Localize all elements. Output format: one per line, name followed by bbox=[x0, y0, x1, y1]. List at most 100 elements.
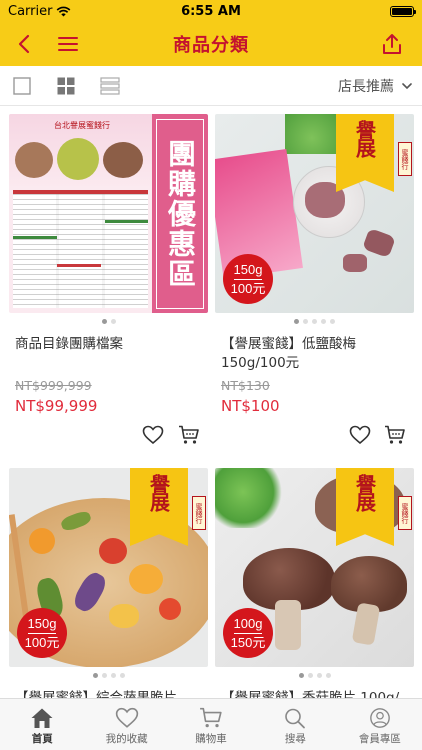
pager-dot bbox=[298, 672, 304, 678]
brand-seal: 蜜餞行 bbox=[192, 496, 206, 530]
promo-banner: 團購優惠區 bbox=[152, 114, 208, 313]
filter-bar: 店長推薦 bbox=[0, 66, 422, 106]
product-card[interactable]: 150g 100元 譽展 蜜餞行 【譽展蜜餞】綜合蔬果脆片 bbox=[9, 468, 208, 698]
badge-weight: 150g bbox=[233, 262, 263, 280]
image-pager bbox=[215, 313, 414, 329]
tab-label: 會員專區 bbox=[358, 733, 401, 745]
battery-icon bbox=[390, 5, 416, 17]
brand-seal: 蜜餞行 bbox=[398, 496, 412, 530]
hamburger-icon bbox=[58, 37, 78, 51]
tab-label: 我的收藏 bbox=[105, 733, 148, 745]
pager-dot bbox=[307, 672, 313, 678]
brand-text: 譽展 bbox=[146, 474, 171, 510]
brand-text: 譽展 bbox=[352, 474, 377, 510]
product-image[interactable]: 100g 150元 譽展 蜜餞行 bbox=[215, 468, 414, 667]
badge-price: 100元 bbox=[230, 280, 266, 296]
product-card[interactable]: 100g 150元 譽展 蜜餞行 【譽展蜜餞】香菇脆片 100g/ bbox=[215, 468, 414, 698]
search-icon bbox=[285, 708, 306, 729]
product-image[interactable]: 150g 100元 譽展 蜜餞行 bbox=[215, 114, 414, 313]
tab-cart[interactable]: 購物車 bbox=[169, 699, 253, 750]
product-grid: 台北譽展蜜餞行 團購優惠區 商品目錄團購檔案 NT$999,999 NT$99,… bbox=[0, 106, 422, 698]
catalog-sheet: 台北譽展蜜餞行 bbox=[9, 114, 152, 313]
card-actions bbox=[215, 417, 414, 455]
image-pager bbox=[215, 667, 414, 683]
product-name[interactable]: 【譽展蜜餞】低鹽酸梅 150g/100元 bbox=[215, 335, 414, 377]
product-card[interactable]: 150g 100元 譽展 蜜餞行 【譽展蜜餞】低鹽酸梅 150g/100元 NT… bbox=[215, 114, 414, 455]
menu-button[interactable] bbox=[48, 22, 88, 66]
brand-banner: 譽展 bbox=[130, 468, 188, 546]
brand-banner: 譽展 bbox=[336, 468, 394, 546]
heart-icon bbox=[115, 707, 138, 728]
sort-dropdown[interactable]: 店長推薦 bbox=[338, 66, 412, 106]
badge-price: 150元 bbox=[230, 634, 266, 650]
pager-dot bbox=[101, 672, 107, 678]
product-name[interactable]: 【譽展蜜餞】香菇脆片 100g/ bbox=[215, 689, 414, 698]
badge-weight: 150g bbox=[27, 616, 57, 634]
image-pager bbox=[9, 667, 208, 683]
product-image[interactable]: 150g 100元 譽展 蜜餞行 bbox=[9, 468, 208, 667]
pager-dot bbox=[321, 318, 326, 324]
product-image[interactable]: 台北譽展蜜餞行 團購優惠區 bbox=[9, 114, 208, 313]
badge-price: 100元 bbox=[24, 634, 60, 650]
brand-banner: 譽展 bbox=[336, 114, 394, 192]
square-list-icon bbox=[13, 77, 31, 95]
product-card[interactable]: 台北譽展蜜餞行 團購優惠區 商品目錄團購檔案 NT$999,999 NT$99,… bbox=[9, 114, 208, 455]
tab-label: 首頁 bbox=[31, 733, 53, 745]
tab-home[interactable]: 首頁 bbox=[0, 699, 84, 750]
page-title: 商品分類 bbox=[173, 35, 249, 56]
badge-weight: 100g bbox=[233, 616, 263, 634]
catalog-title: 台北譽展蜜餞行 bbox=[54, 121, 110, 130]
list-view-button[interactable] bbox=[12, 76, 32, 96]
add-to-cart-button[interactable] bbox=[383, 423, 407, 447]
favorite-button[interactable] bbox=[348, 423, 372, 447]
share-button[interactable] bbox=[372, 22, 412, 66]
tab-bar: 首頁 我的收藏 購物車 搜尋 會員專區 bbox=[0, 698, 422, 750]
product-original-price: NT$130 bbox=[221, 378, 270, 393]
tab-label: 購物車 bbox=[195, 733, 227, 745]
grid-view-button[interactable] bbox=[56, 76, 76, 96]
chevron-down-icon bbox=[402, 82, 412, 89]
wifi-icon bbox=[57, 6, 71, 16]
promo-text: 團購優惠區 bbox=[164, 138, 197, 289]
pager-dot bbox=[316, 672, 322, 678]
product-name[interactable]: 【譽展蜜餞】綜合蔬果脆片 bbox=[9, 689, 208, 698]
pager-dot bbox=[325, 672, 331, 678]
product-name[interactable]: 商品目錄團購檔案 bbox=[9, 335, 208, 377]
brand-seal: 蜜餞行 bbox=[398, 142, 412, 176]
add-to-cart-button[interactable] bbox=[177, 423, 201, 447]
tab-label: 搜尋 bbox=[284, 733, 306, 745]
nav-bar: 商品分類 bbox=[0, 22, 422, 66]
heart-icon bbox=[142, 425, 164, 445]
tab-favorites[interactable]: 我的收藏 bbox=[84, 699, 168, 750]
favorite-button[interactable] bbox=[141, 423, 165, 447]
home-icon bbox=[31, 708, 53, 728]
pager-dot bbox=[330, 318, 335, 324]
pager-dot bbox=[92, 672, 98, 678]
detail-view-button[interactable] bbox=[100, 76, 120, 96]
back-button[interactable] bbox=[4, 22, 44, 66]
sort-label: 店長推薦 bbox=[338, 79, 394, 95]
price-badge: 150g 100元 bbox=[17, 608, 67, 658]
tab-search[interactable]: 搜尋 bbox=[253, 699, 337, 750]
pager-dot bbox=[110, 672, 116, 678]
pager-dot bbox=[119, 672, 125, 678]
pager-dot bbox=[101, 318, 107, 324]
brand-text: 譽展 bbox=[352, 120, 377, 156]
product-price: NT$99,999 bbox=[15, 397, 98, 415]
user-icon bbox=[369, 708, 390, 728]
share-icon bbox=[383, 34, 401, 54]
pager-dot bbox=[110, 318, 116, 324]
price-badge: 150g 100元 bbox=[223, 254, 273, 304]
grid-icon bbox=[57, 77, 75, 95]
image-pager bbox=[9, 313, 208, 329]
pager-dot bbox=[303, 318, 308, 324]
cart-icon bbox=[200, 707, 222, 728]
product-price: NT$100 bbox=[221, 397, 280, 415]
status-bar: Carrier 6:55 AM bbox=[0, 0, 422, 22]
pager-dot bbox=[312, 318, 317, 324]
tab-member[interactable]: 會員專區 bbox=[338, 699, 422, 750]
chevron-left-icon bbox=[18, 34, 30, 54]
product-original-price: NT$999,999 bbox=[15, 378, 92, 393]
cart-icon bbox=[385, 425, 405, 444]
detail-list-icon bbox=[100, 77, 120, 95]
